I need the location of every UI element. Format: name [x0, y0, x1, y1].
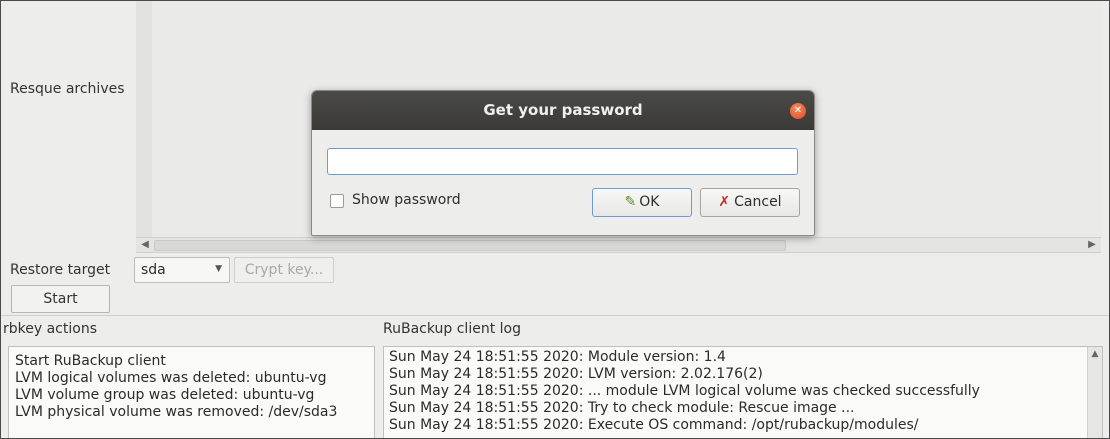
- ok-label: OK: [639, 194, 660, 210]
- log-vertical-scrollbar[interactable]: ▲: [1087, 347, 1102, 438]
- log-line: Sun May 24 18:51:55 2020: ... module LVM…: [389, 383, 980, 399]
- archives-horizontal-scrollbar[interactable]: ◀ ▶: [136, 237, 1101, 253]
- password-input[interactable]: [327, 148, 798, 175]
- scrollbar-thumb[interactable]: [154, 240, 786, 251]
- cancel-x-icon: ✗: [718, 194, 731, 210]
- log-line: Sun May 24 18:51:55 2020: Execute OS com…: [389, 417, 919, 433]
- archives-column-strip: [136, 1, 152, 237]
- restore-target-value: sda: [141, 262, 166, 278]
- scroll-left-icon[interactable]: ◀: [138, 238, 152, 252]
- ok-pen-icon: ✎: [624, 194, 637, 210]
- list-item: Start RuBackup client: [15, 353, 166, 369]
- ok-button[interactable]: ✎ OK: [592, 188, 692, 217]
- dialog-title: Get your password: [483, 101, 643, 119]
- resque-archives-label: Resque archives: [10, 81, 125, 97]
- log-line: Sun May 24 18:51:55 2020: LVM version: 2…: [389, 366, 763, 382]
- scroll-right-icon[interactable]: ▶: [1085, 238, 1099, 252]
- list-item: LVM volume group was deleted: ubuntu-vg: [15, 387, 315, 403]
- show-password-label[interactable]: Show password: [352, 192, 461, 208]
- rbkey-actions-list[interactable]: Start RuBackup client LVM logical volume…: [8, 346, 375, 438]
- rbkey-actions-label: rbkey actions: [3, 321, 97, 337]
- start-button[interactable]: Start: [11, 285, 110, 313]
- main-window: Resque archives ◀ ▶ Restore target sda ▼…: [0, 0, 1110, 439]
- show-password-checkbox[interactable]: [330, 194, 344, 208]
- crypt-key-button[interactable]: Crypt key...: [234, 257, 334, 283]
- log-line: Sun May 24 18:51:55 2020: Try to check m…: [389, 400, 855, 416]
- dialog-titlebar[interactable]: Get your password ✕: [312, 91, 814, 130]
- restore-target-select[interactable]: sda ▼: [134, 257, 230, 283]
- password-dialog: Get your password ✕ Show password ✎ OK ✗ C…: [311, 90, 815, 236]
- restore-target-label: Restore target: [10, 262, 111, 278]
- close-icon[interactable]: ✕: [790, 103, 806, 119]
- cancel-label: Cancel: [734, 194, 782, 210]
- client-log-label: RuBackup client log: [383, 321, 521, 337]
- list-item: LVM logical volumes was deleted: ubuntu-…: [15, 370, 327, 386]
- client-log-text[interactable]: Sun May 24 18:51:55 2020: Module version…: [383, 346, 1103, 438]
- log-line: Sun May 24 18:51:55 2020: Module version…: [389, 349, 726, 365]
- chevron-down-icon: ▼: [215, 264, 222, 274]
- list-item: LVM physical volume was removed: /dev/sd…: [15, 404, 338, 420]
- section-divider: [1, 315, 1109, 316]
- cancel-button[interactable]: ✗ Cancel: [700, 188, 800, 217]
- scroll-up-icon[interactable]: ▲: [1088, 347, 1102, 361]
